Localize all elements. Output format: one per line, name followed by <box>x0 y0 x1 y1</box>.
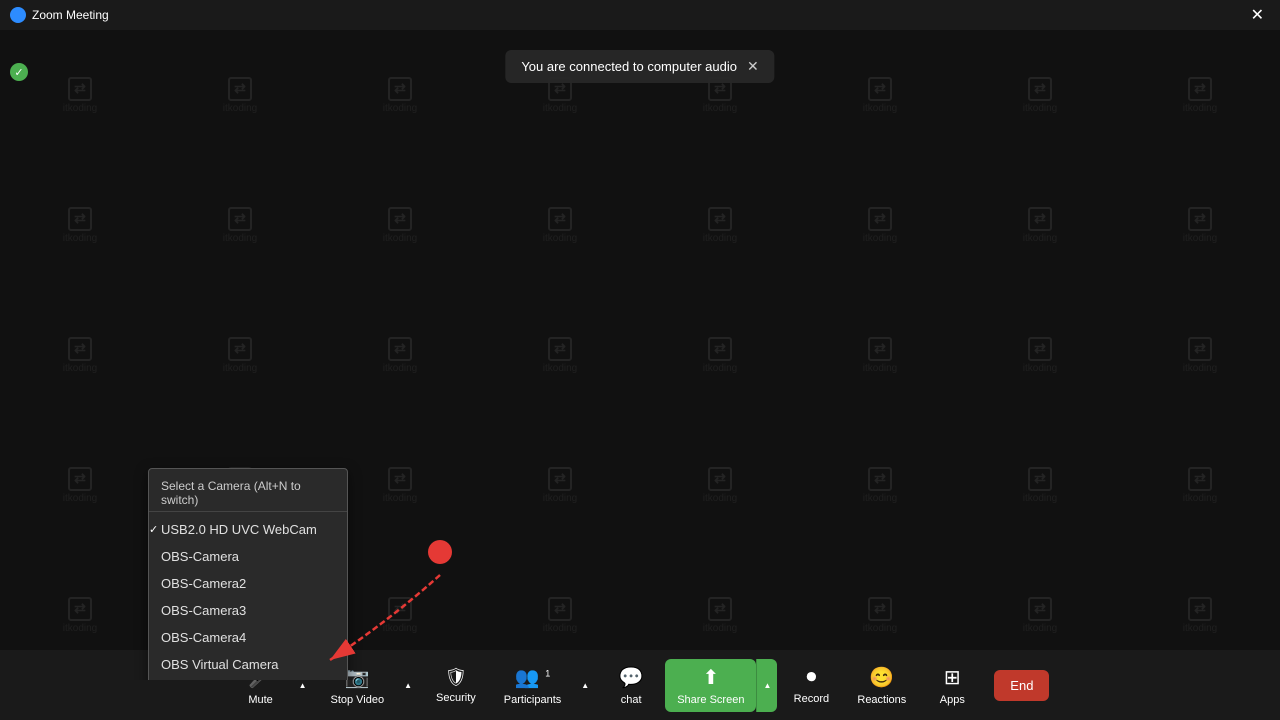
watermark-cell: ⇄itkoding <box>1120 290 1280 420</box>
watermark-cell: ⇄itkoding <box>320 30 480 160</box>
reactions-button[interactable]: 😊 Reactions <box>845 659 918 712</box>
menu-item-usb20-hd-uvc-webcam[interactable]: USB2.0 HD UVC WebCam <box>149 516 347 543</box>
apps-label: Apps <box>940 694 965 706</box>
share-screen-button[interactable]: ⬆ Share Screen <box>665 659 756 712</box>
watermark-cell: ⇄itkoding <box>960 420 1120 550</box>
apps-icon: ⊞ <box>944 665 961 690</box>
watermark-cell: ⇄itkoding <box>640 290 800 420</box>
security-label: Security <box>436 692 476 704</box>
menu-item-obs-virtual-camera[interactable]: OBS Virtual Camera <box>149 651 347 678</box>
watermark-cell: ⇄itkoding <box>800 160 960 290</box>
titlebar-title: Zoom Meeting <box>32 8 109 22</box>
watermark-cell: ⇄itkoding <box>320 290 480 420</box>
watermark-cell: ⇄itkoding <box>480 420 640 550</box>
end-button[interactable]: End <box>994 670 1049 701</box>
watermark-cell: ⇄itkoding <box>640 420 800 550</box>
menu-item-obs-camera[interactable]: OBS-Camera <box>149 543 347 570</box>
annotation-red-dot <box>428 540 452 564</box>
participants-button[interactable]: 👥 1 Participants <box>492 659 573 712</box>
window-close-button[interactable]: ✕ <box>1245 3 1270 27</box>
video-icon: 📷 <box>345 665 370 690</box>
watermark-cell: ⇄itkoding <box>960 160 1120 290</box>
stop-video-label: Stop Video <box>330 694 384 706</box>
participants-caret-button[interactable]: ▲ <box>573 659 597 712</box>
camera-context-menu: Select a Camera (Alt+N to switch) USB2.0… <box>148 468 348 680</box>
menu-item-obs-camera4[interactable]: OBS-Camera4 <box>149 624 347 651</box>
menu-item-obs-camera3[interactable]: OBS-Camera3 <box>149 597 347 624</box>
connection-notice: You are connected to computer audio ✕ <box>505 50 774 83</box>
chat-icon: 💬 <box>619 665 644 690</box>
watermark-cell: ⇄itkoding <box>160 160 320 290</box>
menu-header: Select a Camera (Alt+N to switch) <box>149 473 347 512</box>
watermark-cell: ⇄itkoding <box>800 30 960 160</box>
participants-label: Participants <box>504 694 561 706</box>
watermark-cell: ⇄itkoding <box>0 290 160 420</box>
share-screen-icon: ⬆ <box>702 665 719 690</box>
watermark-cell: ⇄itkoding <box>160 290 320 420</box>
share-screen-label: Share Screen <box>677 694 744 706</box>
reactions-label: Reactions <box>857 694 906 706</box>
watermark-cell: ⇄itkoding <box>0 30 160 160</box>
connection-close-button[interactable]: ✕ <box>747 58 759 75</box>
watermark-cell: ⇄itkoding <box>800 420 960 550</box>
watermark-cell: ⇄itkoding <box>1120 30 1280 160</box>
watermark-cell: ⇄itkoding <box>160 30 320 160</box>
menu-item-obs-camera2[interactable]: OBS-Camera2 <box>149 570 347 597</box>
watermark-cell: ⇄itkoding <box>1120 420 1280 550</box>
record-label: Record <box>794 693 829 705</box>
mute-label: Mute <box>248 694 272 706</box>
watermark-cell: ⇄itkoding <box>960 290 1120 420</box>
watermark-cell: ⇄itkoding <box>0 420 160 550</box>
titlebar: Zoom Meeting ✕ <box>0 0 1280 30</box>
video-caret-button[interactable]: ▲ <box>396 659 420 712</box>
security-button[interactable]: 🛡 Security <box>424 661 488 710</box>
watermark-cell: ⇄itkoding <box>640 160 800 290</box>
watermark-cell: ⇄itkoding <box>0 160 160 290</box>
record-icon: ⏺ <box>806 666 816 689</box>
share-screen-group: ⬆ Share Screen ▲ <box>665 659 777 712</box>
participants-count: 1 <box>545 668 550 678</box>
chat-label: chat <box>621 694 642 706</box>
watermark-cell: ⇄itkoding <box>480 160 640 290</box>
zoom-icon <box>10 7 26 23</box>
security-badge: ✓ <box>10 63 28 81</box>
main-video-area: ⇄itkoding⇄itkoding⇄itkoding⇄itkoding⇄itk… <box>0 30 1280 680</box>
apps-button[interactable]: ⊞ Apps <box>922 659 982 712</box>
participants-caret-icon: ▲ <box>575 675 595 696</box>
share-screen-caret-button[interactable]: ▲ <box>756 659 777 712</box>
watermark-cell: ⇄itkoding <box>960 30 1120 160</box>
participants-icon: 👥 1 <box>515 665 550 690</box>
security-icon: 🛡 <box>444 667 467 688</box>
record-button[interactable]: ⏺ Record <box>781 660 841 711</box>
reactions-icon: 😊 <box>869 665 894 690</box>
participants-group: 👥 1 Participants ▲ <box>492 659 597 712</box>
chat-button[interactable]: 💬 chat <box>601 659 661 712</box>
watermark-cell: ⇄itkoding <box>480 290 640 420</box>
connection-text: You are connected to computer audio <box>521 59 737 74</box>
watermark-cell: ⇄itkoding <box>1120 160 1280 290</box>
video-caret-icon: ▲ <box>398 675 418 696</box>
watermark-cell: ⇄itkoding <box>800 290 960 420</box>
watermark-cell: ⇄itkoding <box>320 160 480 290</box>
titlebar-left: Zoom Meeting <box>10 7 109 23</box>
